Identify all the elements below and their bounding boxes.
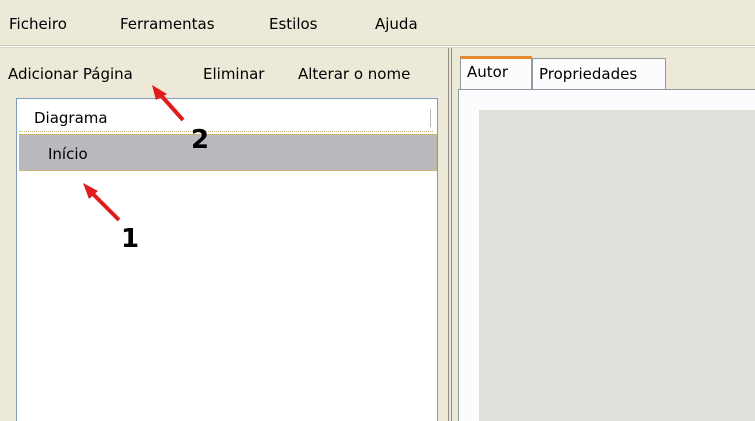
tab-propriedades[interactable]: Propriedades [532,58,666,90]
tree-node-inicio[interactable]: Início [19,134,437,171]
delete-page-button[interactable]: Eliminar [203,65,264,83]
menu-ficheiro-label: Ficheiro [9,15,67,33]
tree-node-label: Início [48,145,88,163]
tab-propriedades-label: Propriedades [539,65,638,83]
page-tree[interactable]: Diagrama Início [16,98,438,421]
menu-bar: Ficheiro Ferramentas Estilos Ajuda [0,0,755,46]
tab-autor[interactable]: Autor [460,56,532,90]
add-page-button[interactable]: Adicionar Página [8,65,133,83]
menu-estilos-label: Estilos [269,15,318,33]
diagram-canvas[interactable] [479,110,755,421]
tree-root-label: Diagrama [34,109,108,127]
tree-divider [430,109,431,127]
menu-ferramentas-label: Ferramentas [120,15,215,33]
menu-estilos[interactable]: Estilos [269,15,318,33]
menu-ajuda[interactable]: Ajuda [375,15,418,33]
menu-ajuda-label: Ajuda [375,15,418,33]
author-panel [458,90,755,421]
annotation-label-2: 2 [191,125,210,155]
tab-strip: Autor Propriedades [458,56,755,90]
page-toolbar: Adicionar Página Eliminar Alterar o nome [0,48,445,98]
menu-ficheiro[interactable]: Ficheiro [9,15,67,33]
rename-page-button[interactable]: Alterar o nome [298,65,410,83]
panel-splitter[interactable] [445,48,455,421]
tree-root-node[interactable]: Diagrama [19,105,433,132]
tab-autor-label: Autor [467,63,508,81]
annotation-label-1: 1 [121,224,140,254]
menu-ferramentas[interactable]: Ferramentas [120,15,215,33]
